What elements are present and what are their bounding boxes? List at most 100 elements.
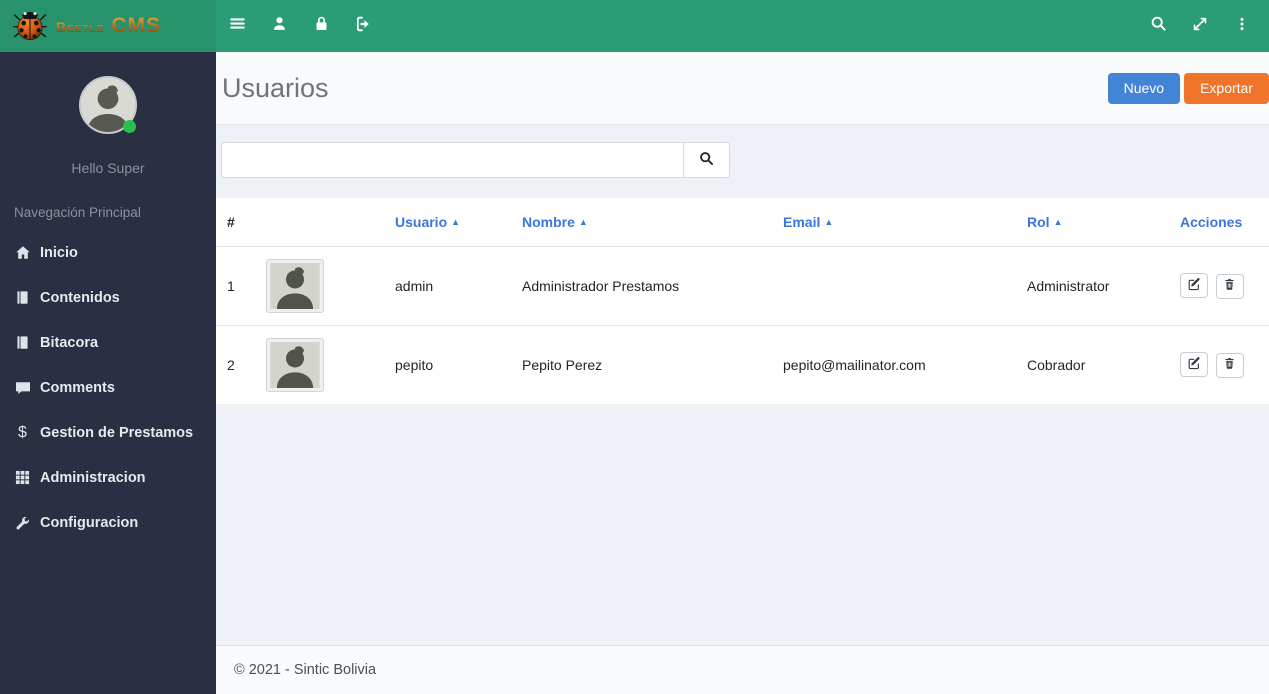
logout-button[interactable] bbox=[342, 0, 384, 52]
sidebar-item-inicio[interactable]: Inicio bbox=[0, 230, 216, 275]
table-row: 2 pepito Pepito Perez pepito@mailinator.… bbox=[216, 325, 1269, 404]
expand-icon bbox=[1192, 16, 1208, 37]
brand-title: Beetle CMS bbox=[56, 14, 161, 38]
hamburger-icon bbox=[229, 15, 246, 37]
page-title: Usuarios bbox=[222, 72, 329, 103]
brand-name-primary: Beetle bbox=[56, 19, 105, 35]
delete-button[interactable] bbox=[1215, 352, 1244, 378]
cell-nombre: Pepito Perez bbox=[511, 325, 772, 404]
cell-avatar bbox=[266, 247, 384, 326]
logout-icon bbox=[354, 15, 372, 38]
lock-icon bbox=[313, 15, 330, 37]
search-submit-button[interactable] bbox=[683, 142, 730, 178]
wrench-icon bbox=[14, 515, 31, 531]
cell-acciones bbox=[1169, 247, 1269, 326]
sidebar-item-gestion-de-prestamos[interactable]: $ Gestion de Prestamos bbox=[0, 410, 216, 455]
sidebar-item-label: Administracion bbox=[40, 469, 146, 486]
column-header-num: # bbox=[216, 198, 266, 247]
edit-icon bbox=[1187, 277, 1201, 294]
search-group bbox=[221, 142, 730, 178]
user-menu-button[interactable] bbox=[258, 0, 300, 52]
column-header-avatar bbox=[266, 198, 384, 247]
avatar-thumbnail bbox=[266, 338, 324, 392]
content-body: # Usuario ▲ Nombre ▲ Email ▲ Rol ▲ Acciones bbox=[216, 125, 1269, 645]
delete-button[interactable] bbox=[1215, 273, 1244, 299]
sort-asc-icon: ▲ bbox=[824, 217, 834, 227]
sidebar-item-comments[interactable]: Comments bbox=[0, 365, 216, 410]
sidebar-item-label: Bitacora bbox=[40, 334, 99, 351]
navbar-left-group bbox=[216, 0, 384, 52]
search-icon bbox=[1150, 15, 1167, 37]
comment-icon bbox=[14, 380, 31, 396]
hamburger-menu-button[interactable] bbox=[216, 0, 258, 52]
user-icon bbox=[271, 15, 288, 37]
trash-icon bbox=[1223, 357, 1236, 373]
column-header-usuario[interactable]: Usuario ▲ bbox=[384, 198, 511, 247]
more-options-button[interactable] bbox=[1221, 0, 1263, 52]
sort-asc-icon: ▲ bbox=[1053, 217, 1063, 227]
sidebar-item-label: Inicio bbox=[40, 244, 78, 261]
sidebar-item-contenidos[interactable]: Contenidos bbox=[0, 275, 216, 320]
cell-rol: Administrator bbox=[1027, 278, 1110, 294]
top-navbar bbox=[216, 0, 1269, 52]
trash-icon bbox=[1223, 278, 1236, 294]
fullscreen-button[interactable] bbox=[1179, 0, 1221, 52]
content-header: Usuarios Nuevo Exportar bbox=[216, 52, 1269, 125]
cell-nombre: Administrador Prestamos bbox=[522, 278, 680, 294]
edit-icon bbox=[1187, 356, 1201, 373]
users-table: # Usuario ▲ Nombre ▲ Email ▲ Rol ▲ Acciones bbox=[216, 198, 1269, 404]
users-table-card: # Usuario ▲ Nombre ▲ Email ▲ Rol ▲ Acciones bbox=[216, 198, 1269, 404]
export-button[interactable]: Exportar bbox=[1184, 72, 1269, 104]
book-icon bbox=[14, 335, 31, 350]
kebab-menu-icon bbox=[1234, 16, 1250, 37]
online-status-dot bbox=[123, 120, 136, 133]
grid-icon bbox=[14, 470, 31, 485]
sort-asc-icon: ▲ bbox=[451, 217, 461, 227]
sidebar-item-configuracion[interactable]: Configuracion bbox=[0, 500, 216, 545]
column-header-rol[interactable]: Rol ▲ bbox=[1016, 198, 1169, 247]
table-row: 1 admin Administrador Prestamos Administ… bbox=[216, 247, 1269, 326]
copyright-text: © 2021 - Sintic Bolivia bbox=[234, 662, 377, 678]
ladybug-logo-icon bbox=[12, 6, 48, 47]
user-avatar[interactable] bbox=[79, 76, 137, 134]
column-header-acciones: Acciones bbox=[1169, 198, 1269, 247]
brand[interactable]: Beetle CMS bbox=[0, 0, 216, 52]
dollar-icon: $ bbox=[18, 423, 27, 441]
search-icon bbox=[699, 151, 714, 169]
sidebar-item-label: Contenidos bbox=[40, 289, 120, 306]
cell-acciones bbox=[1169, 325, 1269, 404]
lock-button[interactable] bbox=[300, 0, 342, 52]
sidebar-item-label: Comments bbox=[40, 379, 115, 396]
cell-rol: Cobrador bbox=[1016, 325, 1169, 404]
avatar-thumbnail bbox=[266, 259, 324, 313]
footer: © 2021 - Sintic Bolivia bbox=[216, 645, 1269, 694]
header-actions: Nuevo Exportar bbox=[1107, 72, 1269, 104]
column-header-nombre[interactable]: Nombre ▲ bbox=[511, 198, 772, 247]
cell-num: 2 bbox=[216, 325, 266, 404]
sidebar-item-administracion[interactable]: Administracion bbox=[0, 455, 216, 500]
cell-usuario: pepito bbox=[384, 325, 511, 404]
column-header-email[interactable]: Email ▲ bbox=[772, 198, 1016, 247]
table-header-row: # Usuario ▲ Nombre ▲ Email ▲ Rol ▲ Acciones bbox=[216, 198, 1269, 247]
greeting-text: Hello Super bbox=[71, 160, 145, 176]
sidebar-item-bitacora[interactable]: Bitacora bbox=[0, 320, 216, 365]
sidebar: Hello Super Navegación Principal Inicio … bbox=[0, 52, 216, 694]
home-icon bbox=[14, 245, 31, 261]
navbar-right-group bbox=[1137, 0, 1269, 52]
edit-button[interactable] bbox=[1180, 352, 1208, 378]
search-input[interactable] bbox=[221, 142, 684, 178]
topbar: Beetle CMS bbox=[0, 0, 1269, 52]
main-content: Usuarios Nuevo Exportar # Usuario ▲ Nomb… bbox=[216, 52, 1269, 694]
edit-button[interactable] bbox=[1180, 273, 1208, 299]
new-button[interactable]: Nuevo bbox=[1107, 72, 1181, 104]
cell-email bbox=[772, 247, 1016, 326]
sidebar-item-label: Configuracion bbox=[40, 514, 139, 531]
sidebar-item-label: Gestion de Prestamos bbox=[40, 424, 194, 441]
book-icon bbox=[14, 290, 31, 305]
sort-asc-icon: ▲ bbox=[578, 217, 588, 227]
navbar-search-button[interactable] bbox=[1137, 0, 1179, 52]
sidebar-menu: Inicio Contenidos Bitacora Comments $ Ge… bbox=[0, 230, 216, 545]
cell-email: pepito@mailinator.com bbox=[772, 325, 1016, 404]
cell-usuario: admin bbox=[395, 278, 434, 294]
nav-section-label: Navegación Principal bbox=[14, 205, 141, 220]
